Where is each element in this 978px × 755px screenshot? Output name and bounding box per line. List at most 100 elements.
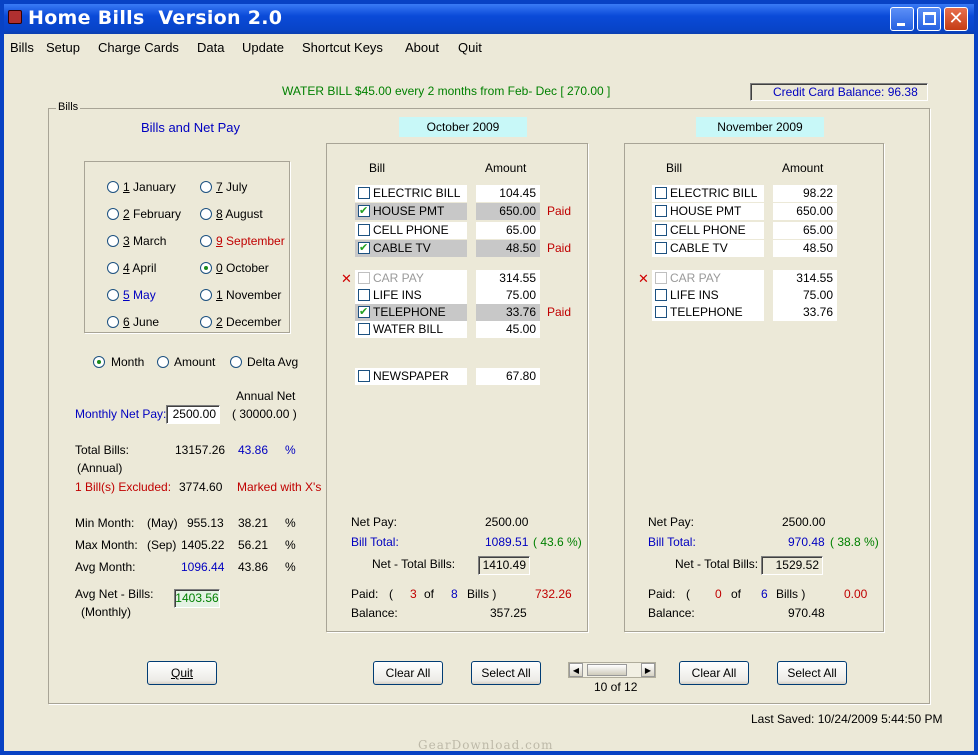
menu-update[interactable]: Update bbox=[242, 40, 284, 55]
quit-button[interactable]: Quit bbox=[147, 661, 217, 685]
oct-paid-amount: 732.26 bbox=[535, 587, 572, 601]
oct-clear-all-button[interactable]: Clear All bbox=[373, 661, 443, 685]
title-bar[interactable]: Home Bills Version 2.0 ✕ bbox=[4, 4, 974, 34]
bill-checkbox[interactable] bbox=[655, 242, 667, 254]
month-radio[interactable] bbox=[107, 316, 119, 328]
bill-checkbox[interactable] bbox=[358, 370, 370, 382]
month-radio[interactable] bbox=[107, 181, 119, 193]
total-bills-sub: (Annual) bbox=[77, 461, 123, 475]
app-window: Home Bills Version 2.0 ✕ Bills Setup Cha… bbox=[0, 0, 978, 755]
month-label: 2 December bbox=[216, 315, 281, 329]
bill-amount: 67.80 bbox=[476, 368, 540, 385]
bill-checkbox[interactable] bbox=[358, 323, 370, 335]
minimize-button[interactable] bbox=[890, 7, 914, 31]
bills-group-label: Bills bbox=[56, 101, 81, 113]
nov-clear-all-button[interactable]: Clear All bbox=[679, 661, 749, 685]
reminder-text: WATER BILL $45.00 every 2 months from Fe… bbox=[282, 84, 611, 98]
avg-month-label: Avg Month: bbox=[75, 560, 136, 574]
bill-checkbox[interactable] bbox=[655, 289, 667, 301]
excluded-x-icon[interactable]: ✕ bbox=[638, 271, 649, 287]
month-radio[interactable] bbox=[107, 262, 119, 274]
month-radio[interactable] bbox=[200, 208, 212, 220]
month-radio[interactable] bbox=[107, 289, 119, 301]
bill-row: NEWSPAPER bbox=[355, 368, 467, 385]
min-month-value: 955.13 bbox=[187, 516, 224, 530]
bill-name: TELEPHONE bbox=[670, 305, 743, 319]
total-bills-pct: 43.86 bbox=[238, 443, 269, 457]
october-header: October 2009 bbox=[399, 117, 527, 137]
month-number: 3 bbox=[123, 234, 130, 248]
bill-checkbox[interactable] bbox=[358, 289, 370, 301]
month-name: June bbox=[129, 315, 160, 329]
pager-text: 10 of 12 bbox=[594, 680, 638, 694]
bill-amount: 48.50 bbox=[476, 240, 540, 257]
maximize-button[interactable] bbox=[917, 7, 941, 31]
month-scrollbar[interactable]: ◀ ▶ bbox=[568, 662, 656, 678]
min-month-label: Min Month: bbox=[75, 516, 135, 530]
minimize-icon bbox=[897, 23, 905, 26]
bill-name: HOUSE PMT bbox=[670, 204, 742, 218]
month-name: October bbox=[222, 261, 269, 275]
menu-about[interactable]: About bbox=[405, 40, 439, 55]
month-name: April bbox=[129, 261, 157, 275]
annual-net-value: ( 30000.00 ) bbox=[232, 407, 297, 421]
menu-data[interactable]: Data bbox=[197, 40, 224, 55]
month-number: 6 bbox=[123, 315, 130, 329]
bill-checkbox[interactable] bbox=[358, 304, 370, 321]
menu-bills[interactable]: Bills bbox=[10, 40, 34, 55]
sort-amount-radio[interactable] bbox=[157, 356, 169, 368]
oct-col-amount: Amount bbox=[485, 161, 527, 175]
bill-amount: 48.50 bbox=[773, 240, 837, 257]
menu-shortcut-keys[interactable]: Shortcut Keys bbox=[302, 40, 383, 55]
monthly-net-pay-input[interactable]: 2500.00 bbox=[166, 405, 220, 424]
month-label: 4 April bbox=[123, 261, 156, 275]
bill-checkbox[interactable] bbox=[655, 187, 667, 199]
sort-month-label: Month bbox=[111, 355, 145, 369]
bill-amount: 314.55 bbox=[476, 270, 540, 287]
month-radio[interactable] bbox=[200, 235, 212, 247]
bill-amount: 650.00 bbox=[476, 203, 540, 220]
scroll-thumb[interactable] bbox=[587, 664, 627, 676]
month-radio[interactable] bbox=[200, 289, 212, 301]
excluded-x-icon[interactable]: ✕ bbox=[341, 271, 352, 287]
nov-select-all-button[interactable]: Select All bbox=[777, 661, 847, 685]
bill-row: TELEPHONE bbox=[355, 304, 467, 321]
oct-net-total-label: Net - Total Bills: bbox=[372, 557, 456, 571]
bill-checkbox[interactable] bbox=[358, 224, 370, 236]
nov-paid-count: 0 bbox=[715, 587, 722, 601]
bill-amount: 104.45 bbox=[476, 185, 540, 202]
bill-checkbox[interactable] bbox=[655, 224, 667, 236]
bill-row: CABLE TV bbox=[355, 240, 467, 257]
sort-month-radio[interactable] bbox=[93, 356, 105, 368]
bill-checkbox[interactable] bbox=[655, 306, 667, 318]
nov-net-total-label: Net - Total Bills: bbox=[675, 557, 759, 571]
bill-checkbox[interactable] bbox=[358, 240, 370, 257]
nov-bills-close: Bills ) bbox=[776, 587, 806, 601]
month-radio[interactable] bbox=[200, 181, 212, 193]
nov-net-total: 1529.52 bbox=[761, 556, 823, 575]
bill-checkbox[interactable] bbox=[655, 272, 667, 284]
menu-quit[interactable]: Quit bbox=[458, 40, 482, 55]
month-radio[interactable] bbox=[200, 316, 212, 328]
window-title: Home Bills Version 2.0 bbox=[28, 7, 283, 29]
menu-charge-cards[interactable]: Charge Cards bbox=[98, 40, 179, 55]
month-label: 1 January bbox=[123, 180, 176, 194]
nov-paid-amount: 0.00 bbox=[844, 587, 868, 601]
bill-name: WATER BILL bbox=[373, 322, 444, 336]
bill-checkbox[interactable] bbox=[358, 203, 370, 220]
sort-delta-avg-radio[interactable] bbox=[230, 356, 242, 368]
total-bills-pct-sign: % bbox=[285, 443, 296, 457]
month-radio[interactable] bbox=[107, 235, 119, 247]
scroll-left-icon[interactable]: ◀ bbox=[569, 663, 583, 677]
bill-amount: 33.76 bbox=[773, 304, 837, 321]
month-radio[interactable] bbox=[200, 262, 212, 274]
menu-setup[interactable]: Setup bbox=[46, 40, 80, 55]
oct-select-all-button[interactable]: Select All bbox=[471, 661, 541, 685]
month-radio[interactable] bbox=[107, 208, 119, 220]
bill-checkbox[interactable] bbox=[358, 272, 370, 284]
close-button[interactable]: ✕ bbox=[944, 7, 968, 31]
scroll-right-icon[interactable]: ▶ bbox=[641, 663, 655, 677]
bill-checkbox[interactable] bbox=[358, 187, 370, 199]
bill-checkbox[interactable] bbox=[655, 205, 667, 217]
bill-name: ELECTRIC BILL bbox=[373, 186, 461, 200]
